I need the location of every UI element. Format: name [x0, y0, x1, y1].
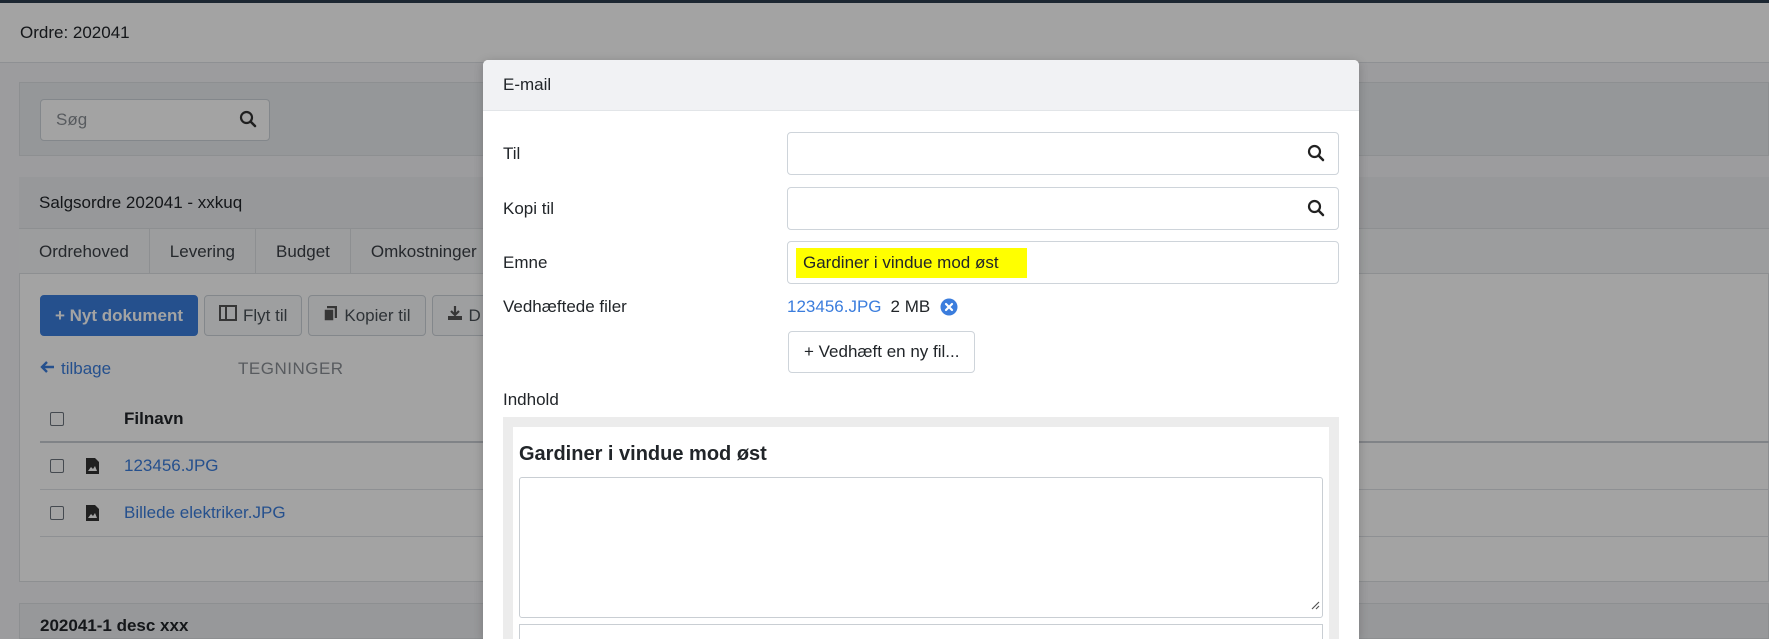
modal-header: E-mail — [483, 60, 1359, 111]
cc-field[interactable] — [787, 187, 1339, 230]
subject-field[interactable]: Gardiner i vindue mod øst — [787, 241, 1339, 284]
resize-handle-icon[interactable] — [1310, 595, 1320, 615]
editor-title: Gardiner i vindue mod øst — [519, 443, 767, 465]
cc-label: Kopi til — [503, 198, 555, 218]
to-field[interactable] — [787, 132, 1339, 175]
subject-label: Emne — [503, 252, 548, 272]
attachments-row: Vedhæftede filer 123456.JPG 2 MB — [503, 297, 1339, 317]
next-textarea[interactable] — [519, 624, 1323, 639]
remove-circle-icon[interactable] — [940, 298, 958, 316]
cc-row: Kopi til — [503, 187, 1339, 230]
search-icon[interactable] — [1307, 199, 1325, 222]
modal-title: E-mail — [503, 75, 552, 94]
attachment-size: 2 MB — [890, 297, 931, 316]
content-label: Indhold — [503, 390, 559, 409]
search-icon[interactable] — [1307, 144, 1325, 167]
editor-body: Gardiner i vindue mod øst — [513, 427, 1329, 639]
attachments-label: Vedhæftede filer — [503, 297, 627, 316]
subject-value: Gardiner i vindue mod øst — [796, 247, 1027, 278]
subject-row: Emne Gardiner i vindue mod øst — [503, 241, 1339, 284]
attach-file-button[interactable]: + Vedhæft en ny fil... — [788, 331, 976, 373]
content-textarea[interactable] — [519, 477, 1323, 618]
to-label: Til — [503, 143, 521, 163]
attachment-link[interactable]: 123456.JPG — [787, 297, 882, 317]
email-modal: E-mail Til Kopi til Emne Gardiner i vind… — [483, 60, 1359, 639]
content-editor: Gardiner i vindue mod øst — [503, 417, 1339, 639]
to-row: Til — [503, 132, 1339, 175]
